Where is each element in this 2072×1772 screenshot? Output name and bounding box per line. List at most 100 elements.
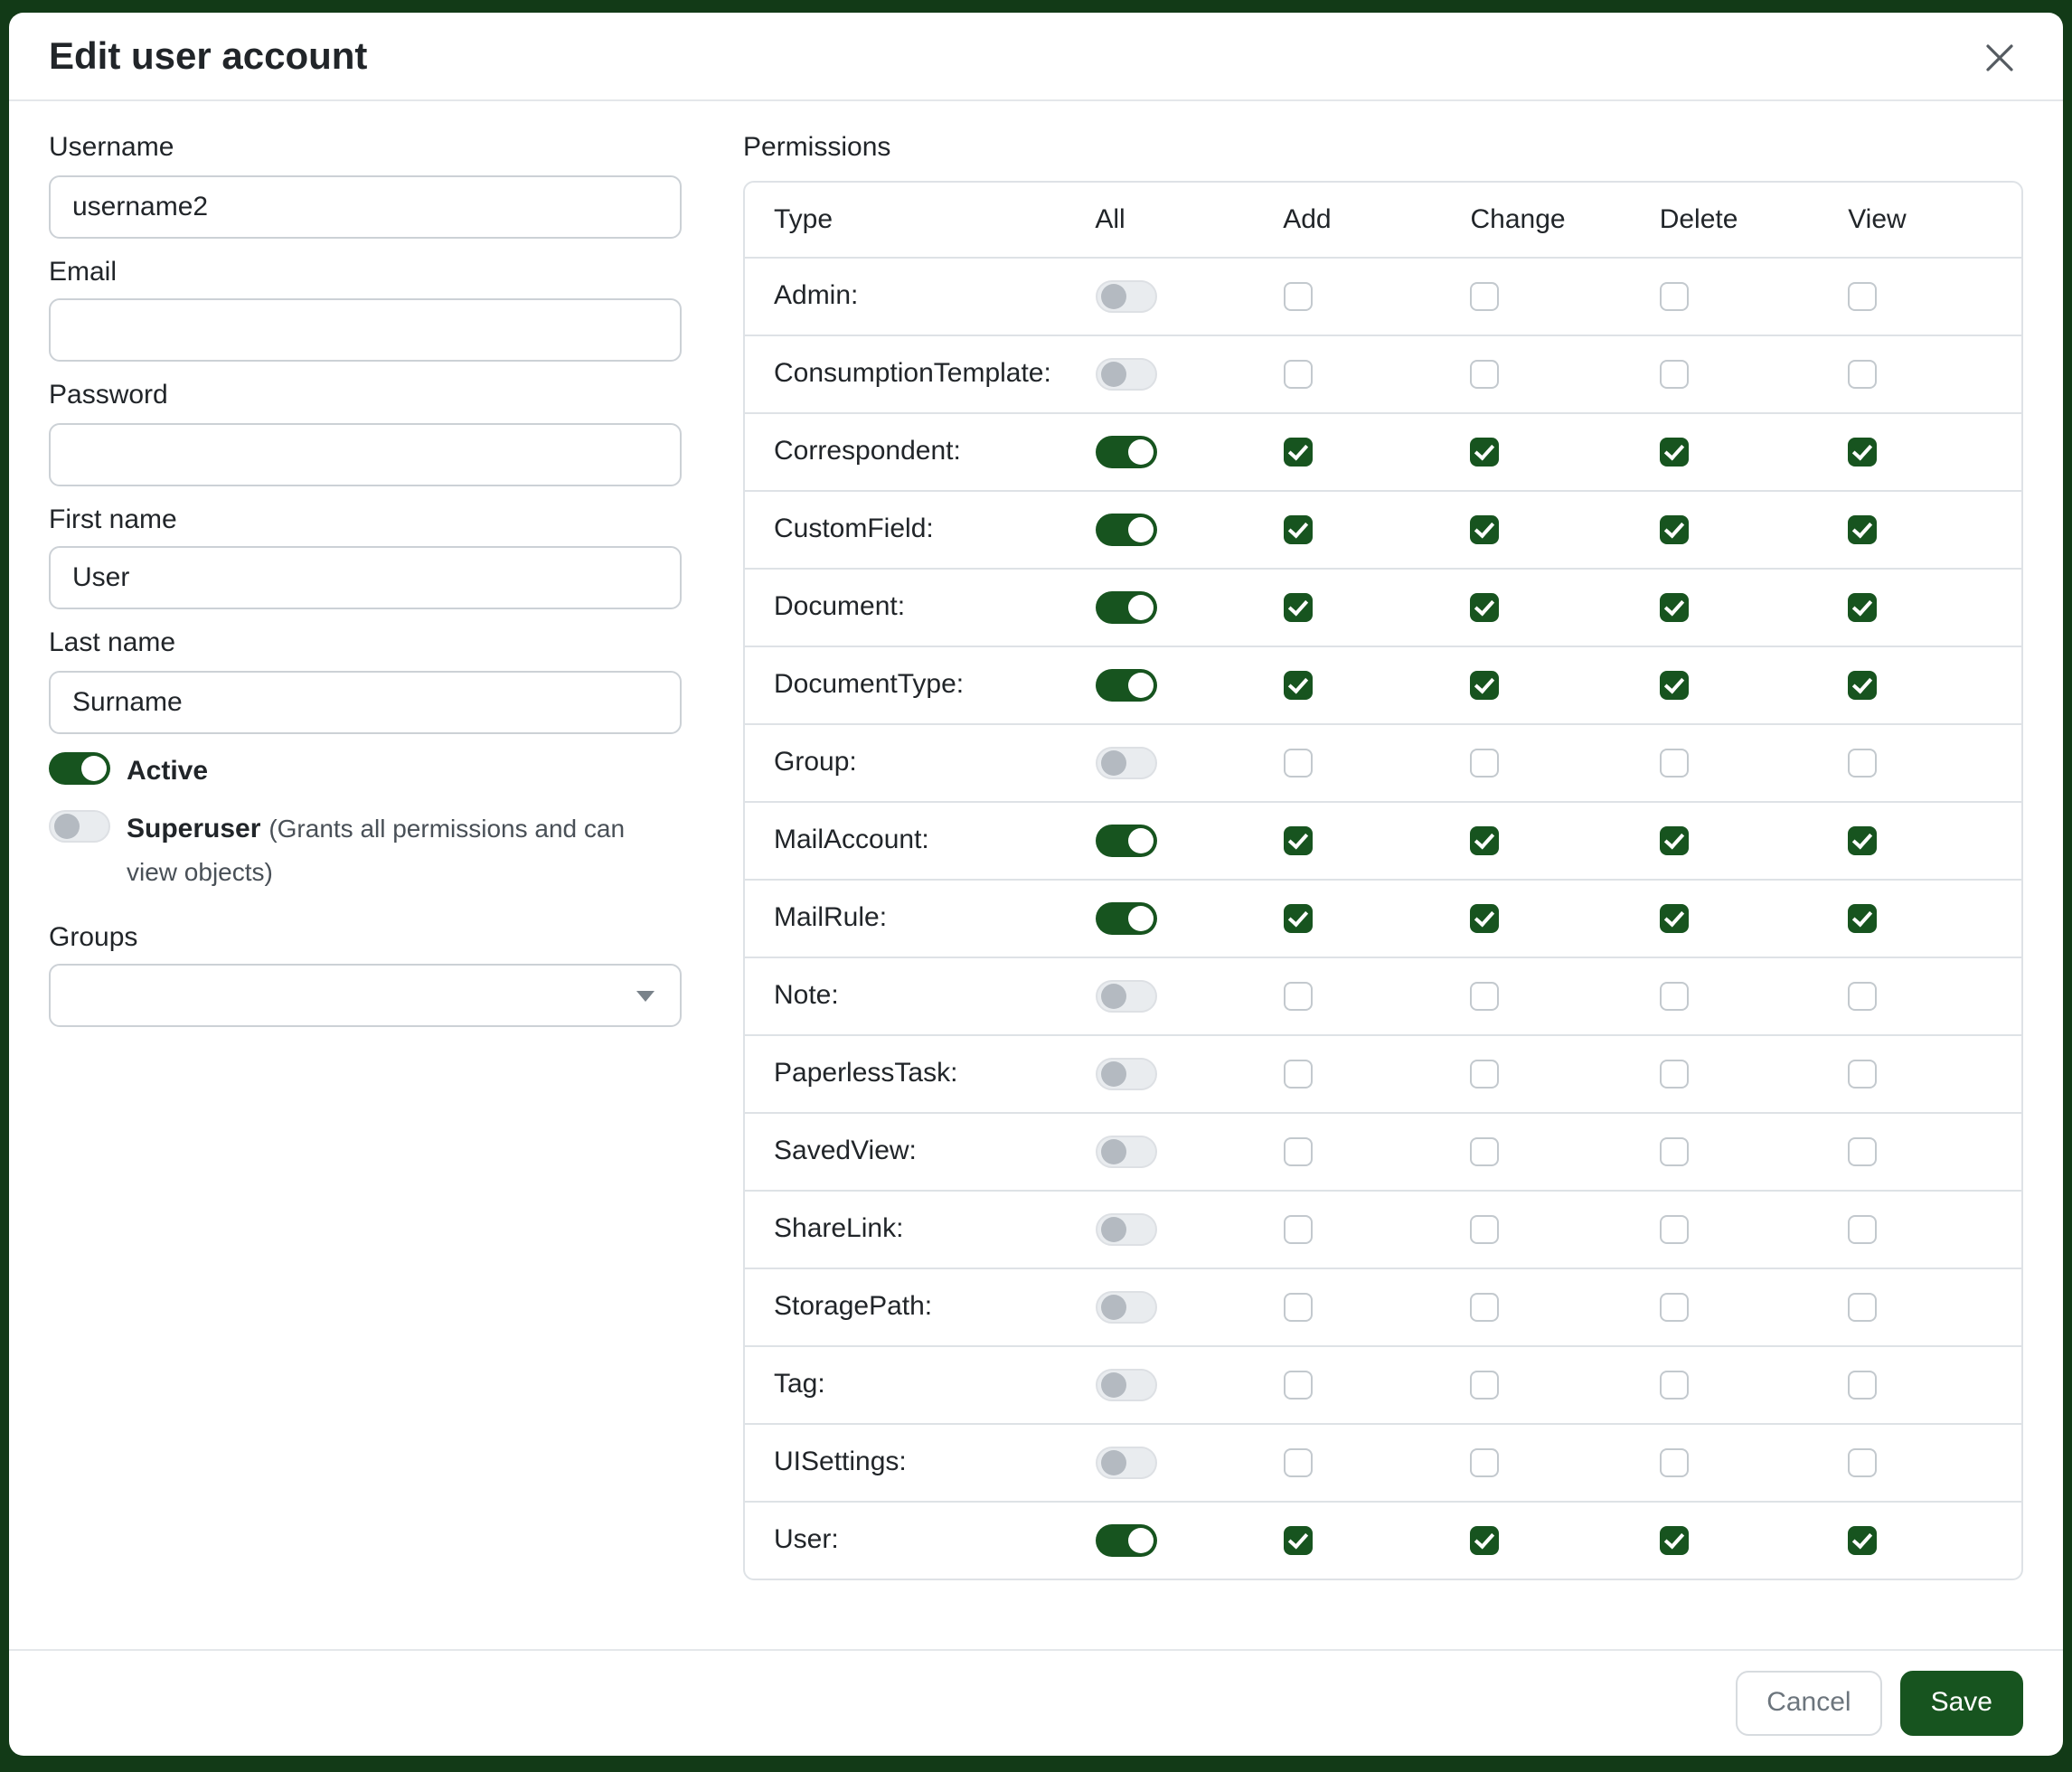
permission-all-toggle[interactable] <box>1095 1523 1156 1556</box>
permission-change-checkbox[interactable] <box>1470 592 1499 621</box>
permission-change-checkbox[interactable] <box>1470 748 1499 777</box>
permission-delete-checkbox[interactable] <box>1660 1292 1689 1321</box>
permission-view-checkbox[interactable] <box>1848 1136 1877 1165</box>
permission-row: ConsumptionTemplate: <box>745 335 2021 412</box>
permission-view-checkbox[interactable] <box>1848 748 1877 777</box>
permission-all-toggle[interactable] <box>1095 1446 1156 1478</box>
permission-delete-checkbox[interactable] <box>1660 1214 1689 1243</box>
permission-add-checkbox[interactable] <box>1283 1059 1312 1088</box>
permission-change-checkbox[interactable] <box>1470 514 1499 543</box>
permission-delete-checkbox[interactable] <box>1660 1136 1689 1165</box>
permission-change-checkbox[interactable] <box>1470 281 1499 310</box>
permission-change-checkbox[interactable] <box>1470 825 1499 854</box>
permission-view-checkbox[interactable] <box>1848 1525 1877 1554</box>
save-button[interactable]: Save <box>1900 1671 2023 1737</box>
permission-change-checkbox[interactable] <box>1470 1447 1499 1476</box>
email-field[interactable] <box>49 298 682 362</box>
permission-add-checkbox[interactable] <box>1283 1214 1312 1243</box>
permission-add-checkbox[interactable] <box>1283 359 1312 388</box>
permission-view-checkbox[interactable] <box>1848 1370 1877 1399</box>
permission-all-toggle[interactable] <box>1095 668 1156 701</box>
permission-delete-checkbox[interactable] <box>1660 1059 1689 1088</box>
permission-delete-checkbox[interactable] <box>1660 670 1689 699</box>
permission-change-checkbox[interactable] <box>1470 1136 1499 1165</box>
permission-add-checkbox[interactable] <box>1283 825 1312 854</box>
permission-view-checkbox[interactable] <box>1848 1214 1877 1243</box>
permission-view-checkbox[interactable] <box>1848 903 1877 932</box>
permission-all-toggle[interactable] <box>1095 590 1156 623</box>
permission-all-toggle[interactable] <box>1095 1368 1156 1400</box>
permission-change-checkbox[interactable] <box>1470 670 1499 699</box>
permission-all-toggle[interactable] <box>1095 513 1156 545</box>
last-name-input[interactable] <box>49 670 682 733</box>
cancel-button[interactable]: Cancel <box>1736 1671 1881 1737</box>
permission-add-checkbox[interactable] <box>1283 981 1312 1010</box>
username-input[interactable] <box>49 174 682 238</box>
permission-all-toggle[interactable] <box>1095 979 1156 1012</box>
permission-all-toggle[interactable] <box>1095 435 1156 467</box>
permission-change-checkbox[interactable] <box>1470 1214 1499 1243</box>
permission-all-toggle[interactable] <box>1095 1290 1156 1323</box>
permission-all-toggle[interactable] <box>1095 746 1156 778</box>
groups-select[interactable] <box>49 964 682 1027</box>
permission-add-checkbox[interactable] <box>1283 748 1312 777</box>
permission-delete-checkbox[interactable] <box>1660 1370 1689 1399</box>
permission-delete-checkbox[interactable] <box>1660 903 1689 932</box>
permission-all-toggle[interactable] <box>1095 279 1156 312</box>
permission-all-toggle[interactable] <box>1095 901 1156 934</box>
permission-change-checkbox[interactable] <box>1470 903 1499 932</box>
permission-delete-checkbox[interactable] <box>1660 825 1689 854</box>
permission-view-checkbox[interactable] <box>1848 437 1877 466</box>
permission-add-checkbox[interactable] <box>1283 903 1312 932</box>
permission-change-checkbox[interactable] <box>1470 437 1499 466</box>
permission-view-checkbox[interactable] <box>1848 1059 1877 1088</box>
permission-view-checkbox[interactable] <box>1848 514 1877 543</box>
permission-add-checkbox[interactable] <box>1283 670 1312 699</box>
permission-all-toggle[interactable] <box>1095 1135 1156 1167</box>
permission-view-checkbox[interactable] <box>1848 592 1877 621</box>
permission-all-toggle[interactable] <box>1095 357 1156 390</box>
permission-delete-checkbox[interactable] <box>1660 437 1689 466</box>
permission-delete-checkbox[interactable] <box>1660 748 1689 777</box>
permission-add-checkbox[interactable] <box>1283 1447 1312 1476</box>
permission-add-checkbox[interactable] <box>1283 514 1312 543</box>
permissions-table: Type All Add Change Delete View Admin:Co… <box>745 182 2021 1578</box>
permission-change-checkbox[interactable] <box>1470 1059 1499 1088</box>
permission-add-checkbox[interactable] <box>1283 1292 1312 1321</box>
close-button[interactable] <box>1976 34 2023 81</box>
permission-view-checkbox[interactable] <box>1848 1292 1877 1321</box>
permission-add-checkbox[interactable] <box>1283 1525 1312 1554</box>
permission-delete-checkbox[interactable] <box>1660 514 1689 543</box>
permission-change-checkbox[interactable] <box>1470 1292 1499 1321</box>
permission-add-checkbox[interactable] <box>1283 1370 1312 1399</box>
permission-add-checkbox[interactable] <box>1283 437 1312 466</box>
permission-view-checkbox[interactable] <box>1848 825 1877 854</box>
permission-all-toggle[interactable] <box>1095 1212 1156 1245</box>
password-field[interactable] <box>49 422 682 485</box>
permission-add-checkbox[interactable] <box>1283 1136 1312 1165</box>
permission-change-checkbox[interactable] <box>1470 981 1499 1010</box>
permission-view-checkbox[interactable] <box>1848 1447 1877 1476</box>
permission-delete-checkbox[interactable] <box>1660 592 1689 621</box>
permission-view-checkbox[interactable] <box>1848 359 1877 388</box>
permission-add-checkbox[interactable] <box>1283 592 1312 621</box>
permission-change-checkbox[interactable] <box>1470 1370 1499 1399</box>
chevron-down-icon <box>636 990 655 1001</box>
first-name-input[interactable] <box>49 546 682 609</box>
permission-change-checkbox[interactable] <box>1470 359 1499 388</box>
superuser-toggle[interactable] <box>49 809 110 842</box>
permission-delete-checkbox[interactable] <box>1660 359 1689 388</box>
permission-add-checkbox[interactable] <box>1283 281 1312 310</box>
permission-view-checkbox[interactable] <box>1848 670 1877 699</box>
permission-all-toggle[interactable] <box>1095 824 1156 856</box>
permission-delete-checkbox[interactable] <box>1660 1447 1689 1476</box>
permission-delete-checkbox[interactable] <box>1660 981 1689 1010</box>
permissions-panel: Permissions Type All Add Change <box>743 130 2023 1631</box>
permission-delete-checkbox[interactable] <box>1660 1525 1689 1554</box>
permission-all-toggle[interactable] <box>1095 1057 1156 1089</box>
permission-change-checkbox[interactable] <box>1470 1525 1499 1554</box>
active-toggle[interactable] <box>49 751 110 784</box>
permission-delete-checkbox[interactable] <box>1660 281 1689 310</box>
permission-view-checkbox[interactable] <box>1848 281 1877 310</box>
permission-view-checkbox[interactable] <box>1848 981 1877 1010</box>
